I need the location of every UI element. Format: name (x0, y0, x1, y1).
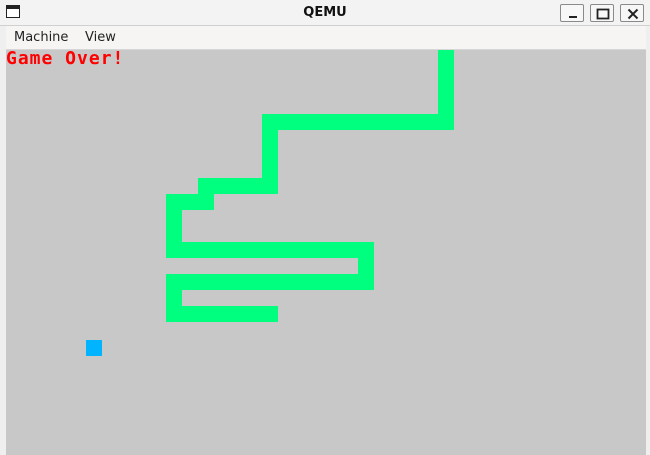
menu-bar: Machine View (6, 26, 646, 50)
close-icon (627, 8, 639, 20)
game-status-text: Game Over! (6, 48, 125, 69)
snake-segment (166, 306, 278, 322)
vm-screen[interactable]: Game Over! (6, 50, 646, 455)
title-bar: QEMU (0, 0, 650, 26)
maximize-icon (596, 8, 610, 20)
menu-view[interactable]: View (79, 26, 122, 50)
snake-segment (166, 274, 374, 290)
maximize-button[interactable] (590, 4, 614, 22)
close-button[interactable] (620, 4, 644, 22)
snake-segment (262, 114, 454, 130)
snake-segment (166, 242, 374, 258)
minimize-button[interactable] (560, 4, 584, 22)
window-title: QEMU (303, 5, 347, 20)
menu-machine[interactable]: Machine (8, 26, 74, 50)
qemu-window: QEMU Machine View Game Over! (0, 0, 650, 455)
minimize-icon (569, 16, 577, 18)
food-pellet (86, 340, 102, 356)
